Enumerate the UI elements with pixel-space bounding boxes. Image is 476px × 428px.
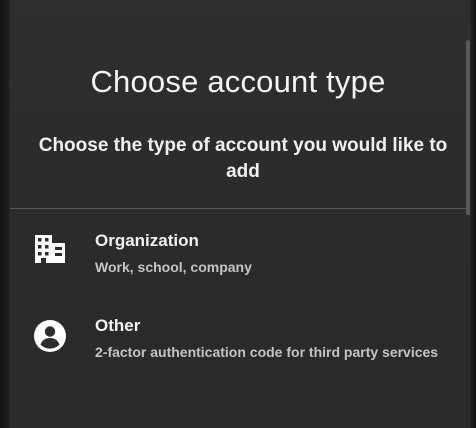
option-organization-title: Organization: [95, 231, 199, 250]
option-other[interactable]: Other 2-factor authentication code for t…: [30, 315, 460, 365]
page-title: Choose account type: [90, 64, 386, 99]
building-icon: [30, 230, 70, 264]
option-organization-text: Organization Work, school, company: [95, 230, 460, 280]
option-other-text: Other 2-factor authentication code for t…: [95, 315, 460, 365]
header-divider: [10, 208, 468, 209]
option-other-description: 2-factor authentication code for third p…: [95, 344, 439, 360]
option-organization[interactable]: Organization Work, school, company: [30, 230, 460, 280]
person-circle-icon: [30, 315, 70, 353]
account-type-screen: Choose account type Choose the type of a…: [0, 0, 476, 428]
option-organization-description: Work, school, company: [95, 259, 252, 275]
page-subtitle: Choose the type of account you would lik…: [38, 135, 448, 182]
option-other-title: Other: [95, 316, 141, 335]
